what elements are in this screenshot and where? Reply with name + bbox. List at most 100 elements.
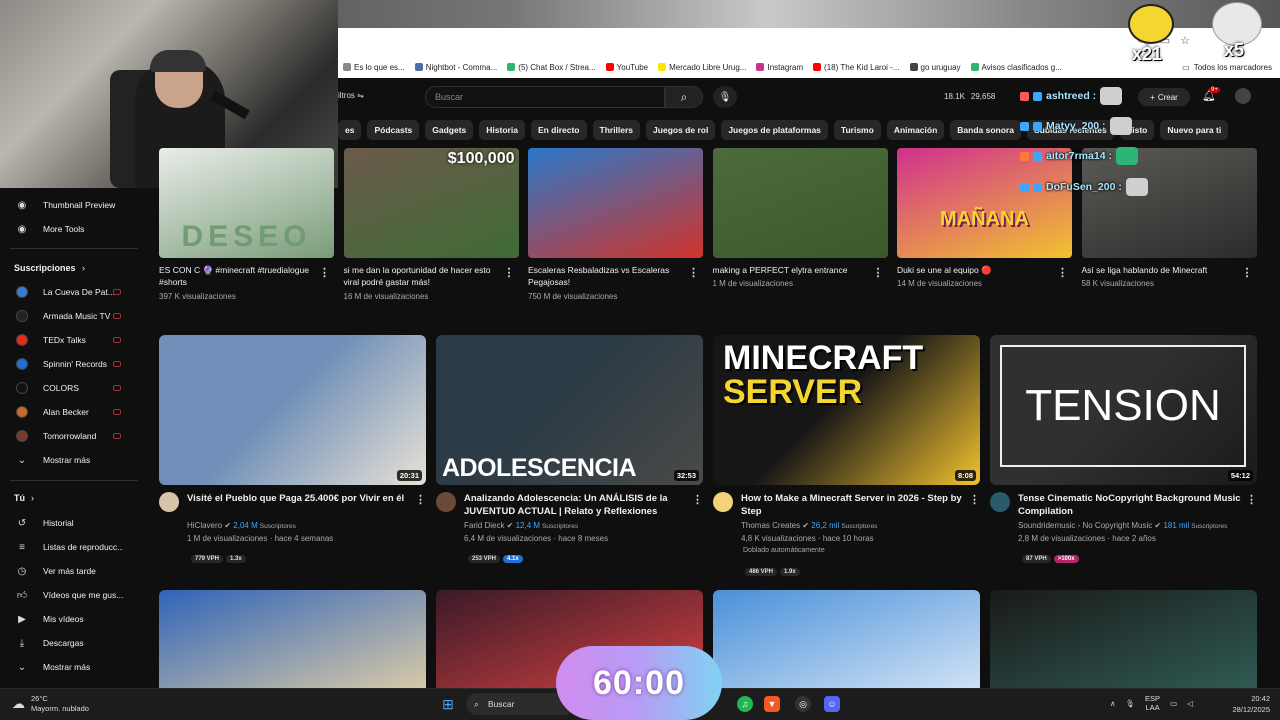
filters-button[interactable]: iltros ⇋ [338, 91, 364, 100]
weather-widget[interactable]: ☁ 26°C Mayorm. nublado [12, 694, 89, 714]
channel-name[interactable]: Soundridemusic - No Copyright Music ✔ 18… [1018, 521, 1227, 530]
sidebar-subscription-item[interactable]: COLORS [0, 378, 148, 398]
video-title[interactable]: Tense Cinematic NoCopyright Background M… [1018, 492, 1243, 518]
short-thumbnail[interactable] [528, 148, 703, 258]
bookmark-item[interactable]: (18) The Kid Laroi -... [808, 63, 904, 72]
sidebar-item-download[interactable]: ⤓ Descargas [0, 633, 148, 653]
more-options-icon[interactable]: ⋮ [415, 493, 426, 506]
filter-chip[interactable]: Historia [479, 120, 525, 140]
video-title[interactable]: Analizando Adolescencia: Un ANÁLISIS de … [464, 492, 689, 518]
language-indicator[interactable]: ESP LAA [1145, 694, 1160, 712]
channel-avatar[interactable] [436, 492, 456, 512]
video-title[interactable]: Visité el Pueblo que Paga 25.400€ por Vi… [187, 492, 412, 505]
sidebar-subscription-item[interactable]: TEDx Talks [0, 330, 148, 350]
more-options-icon[interactable]: ⋮ [1242, 266, 1253, 279]
video-title[interactable]: How to Make a Minecraft Server in 2026 -… [741, 492, 966, 518]
filter-chip[interactable]: Animación [886, 120, 945, 140]
more-options-icon[interactable]: ⋮ [1246, 493, 1257, 506]
subscriptions-heading[interactable]: Suscripciones [14, 263, 76, 273]
video-thumbnail[interactable] [713, 590, 980, 688]
sidebar-item-history[interactable]: ↺ Historial [0, 513, 148, 533]
video-thumbnail[interactable] [990, 590, 1257, 688]
voice-search-button[interactable]: 🎙︎ [713, 86, 737, 108]
more-options-icon[interactable]: ⋮ [692, 493, 703, 506]
sidebar-item-video[interactable]: ▶ Mis vídeos [0, 609, 148, 629]
bookmark-item[interactable]: YouTube [601, 63, 653, 72]
filter-chip[interactable]: En directo [530, 120, 587, 140]
bookmark-star-icon[interactable]: ☆ [1180, 34, 1190, 47]
short-title[interactable]: si me dan la oportunidad de hacer esto v… [344, 264, 494, 288]
bookmark-item[interactable]: Mercado Libre Urug... [653, 63, 751, 72]
badge-icon [1020, 121, 1029, 131]
filter-chip[interactable]: Thrillers [592, 120, 641, 140]
short-thumbnail[interactable]: DESEO [159, 148, 334, 258]
channel-avatar[interactable] [713, 492, 733, 512]
volume-icon[interactable]: ◁ [1187, 699, 1193, 708]
obs-icon[interactable]: ◎ [795, 696, 811, 712]
microphone-icon[interactable]: 🎙︎ [1126, 699, 1136, 708]
filter-chip[interactable]: Gadgets [425, 120, 474, 140]
video-thumbnail[interactable]: MINECRAFT SERVER 8:08 [713, 335, 980, 485]
channel-name[interactable]: HiClavero ✔ 2,04 M Suscriptores [187, 521, 296, 530]
channel-avatar[interactable] [159, 492, 179, 512]
more-options-icon[interactable]: ⋮ [969, 493, 980, 506]
channel-avatar[interactable] [990, 492, 1010, 512]
filter-chip[interactable]: Turismo [833, 120, 881, 140]
short-thumbnail[interactable] [712, 148, 888, 258]
short-title[interactable]: ES CON C 🔮 #minecraft #truedialogue #sho… [159, 264, 309, 288]
bookmark-item[interactable]: Instagram [751, 63, 808, 72]
filter-chip[interactable]: Juegos de rol [646, 120, 716, 140]
taskbar-clock[interactable]: 20:42 28/12/2025 [1226, 693, 1270, 715]
bookmark-item[interactable]: (5) Chat Box / Strea... [502, 63, 600, 72]
bookmark-item[interactable]: Avisos clasificados g... [966, 63, 1067, 72]
chevron-down-icon: ⌄ [17, 454, 27, 466]
channel-name[interactable]: Farid Dieck ✔ 12,4 M Suscriptores [464, 521, 578, 530]
filter-chip[interactable]: Banda sonora [950, 120, 1021, 140]
more-options-icon[interactable]: ⋮ [1057, 266, 1068, 279]
short-title[interactable]: Escaleras Resbaladizas vs Escaleras Pega… [528, 264, 678, 288]
network-icon[interactable]: ▭ [1170, 699, 1177, 708]
thumbnail-text-line2: SERVER [723, 373, 863, 411]
video-thumbnail[interactable]: ADOLESCENCIA 32:53 [436, 335, 703, 485]
bookmark-item[interactable]: Nightbot - Comma... [410, 63, 503, 72]
short-title[interactable]: Duki se une al equipo 🔴 [897, 264, 1047, 276]
sidebar-subscription-item[interactable]: La Cueva De Pat... [0, 282, 148, 302]
windows-start-icon[interactable]: ⊞ [440, 696, 456, 712]
you-heading[interactable]: Tú [14, 493, 25, 503]
sidebar-item-playlist[interactable]: ≡ Listas de reproducc... [0, 537, 148, 557]
sidebar-subscription-item[interactable]: Spinnin' Records [0, 354, 148, 374]
search-input[interactable]: Buscar [425, 86, 665, 108]
channel-name[interactable]: Thomas Creates ✔ 26,2 mil Suscriptores [741, 521, 877, 530]
multiplier-badge: 1.3x [226, 555, 246, 563]
sidebar-tool-item[interactable]: ◉ More Tools [0, 219, 148, 239]
sidebar-subscription-item[interactable]: Tomorrowland [0, 426, 148, 446]
bookmark-item[interactable]: go uruguay [905, 63, 966, 72]
filter-chip[interactable]: es [338, 120, 362, 140]
more-options-icon[interactable]: ⋮ [319, 266, 330, 279]
short-views: 16 M de visualizaciones [343, 292, 429, 301]
discord-icon[interactable]: ☺ [824, 696, 840, 712]
spotify-icon[interactable]: ♫ [737, 696, 753, 712]
sidebar-tool-item[interactable]: ◉ Thumbnail Preview [0, 195, 148, 215]
short-title[interactable]: making a PERFECT elytra entrance [713, 264, 863, 276]
filter-chip[interactable]: Juegos de plataformas [721, 120, 828, 140]
short-title[interactable]: Así se liga hablando de Minecraft [1082, 264, 1232, 276]
sidebar-item-chevron-down[interactable]: ⌄ Mostrar más [0, 657, 148, 677]
chevron-up-icon[interactable]: ∧ [1110, 699, 1116, 708]
more-options-icon[interactable]: ⋮ [873, 266, 884, 279]
sidebar-subscription-item[interactable]: Armada Music TV [0, 306, 148, 326]
more-options-icon[interactable]: ⋮ [504, 266, 515, 279]
video-thumbnail[interactable]: 20:31 [159, 335, 426, 485]
bookmark-item[interactable]: Es lo que es... [338, 63, 410, 72]
search-button[interactable]: ⌕ [665, 86, 703, 108]
sidebar-subscription-item[interactable]: Alan Becker [0, 402, 148, 422]
sidebar-item-clock[interactable]: ◷ Ver más tarde [0, 561, 148, 581]
brave-icon[interactable]: ▼ [764, 696, 780, 712]
sidebar-show-more[interactable]: ⌄ Mostrar más [0, 450, 148, 470]
more-options-icon[interactable]: ⋮ [688, 266, 699, 279]
filter-chip[interactable]: Pódcasts [367, 120, 420, 140]
video-thumbnail[interactable]: TENSION 54:12 [990, 335, 1257, 485]
short-thumbnail[interactable]: $100,000 [343, 148, 519, 258]
sidebar-item-thumbs-up[interactable]: 👍︎ Vídeos que me gus... [0, 585, 148, 605]
video-thumbnail[interactable] [159, 590, 426, 688]
